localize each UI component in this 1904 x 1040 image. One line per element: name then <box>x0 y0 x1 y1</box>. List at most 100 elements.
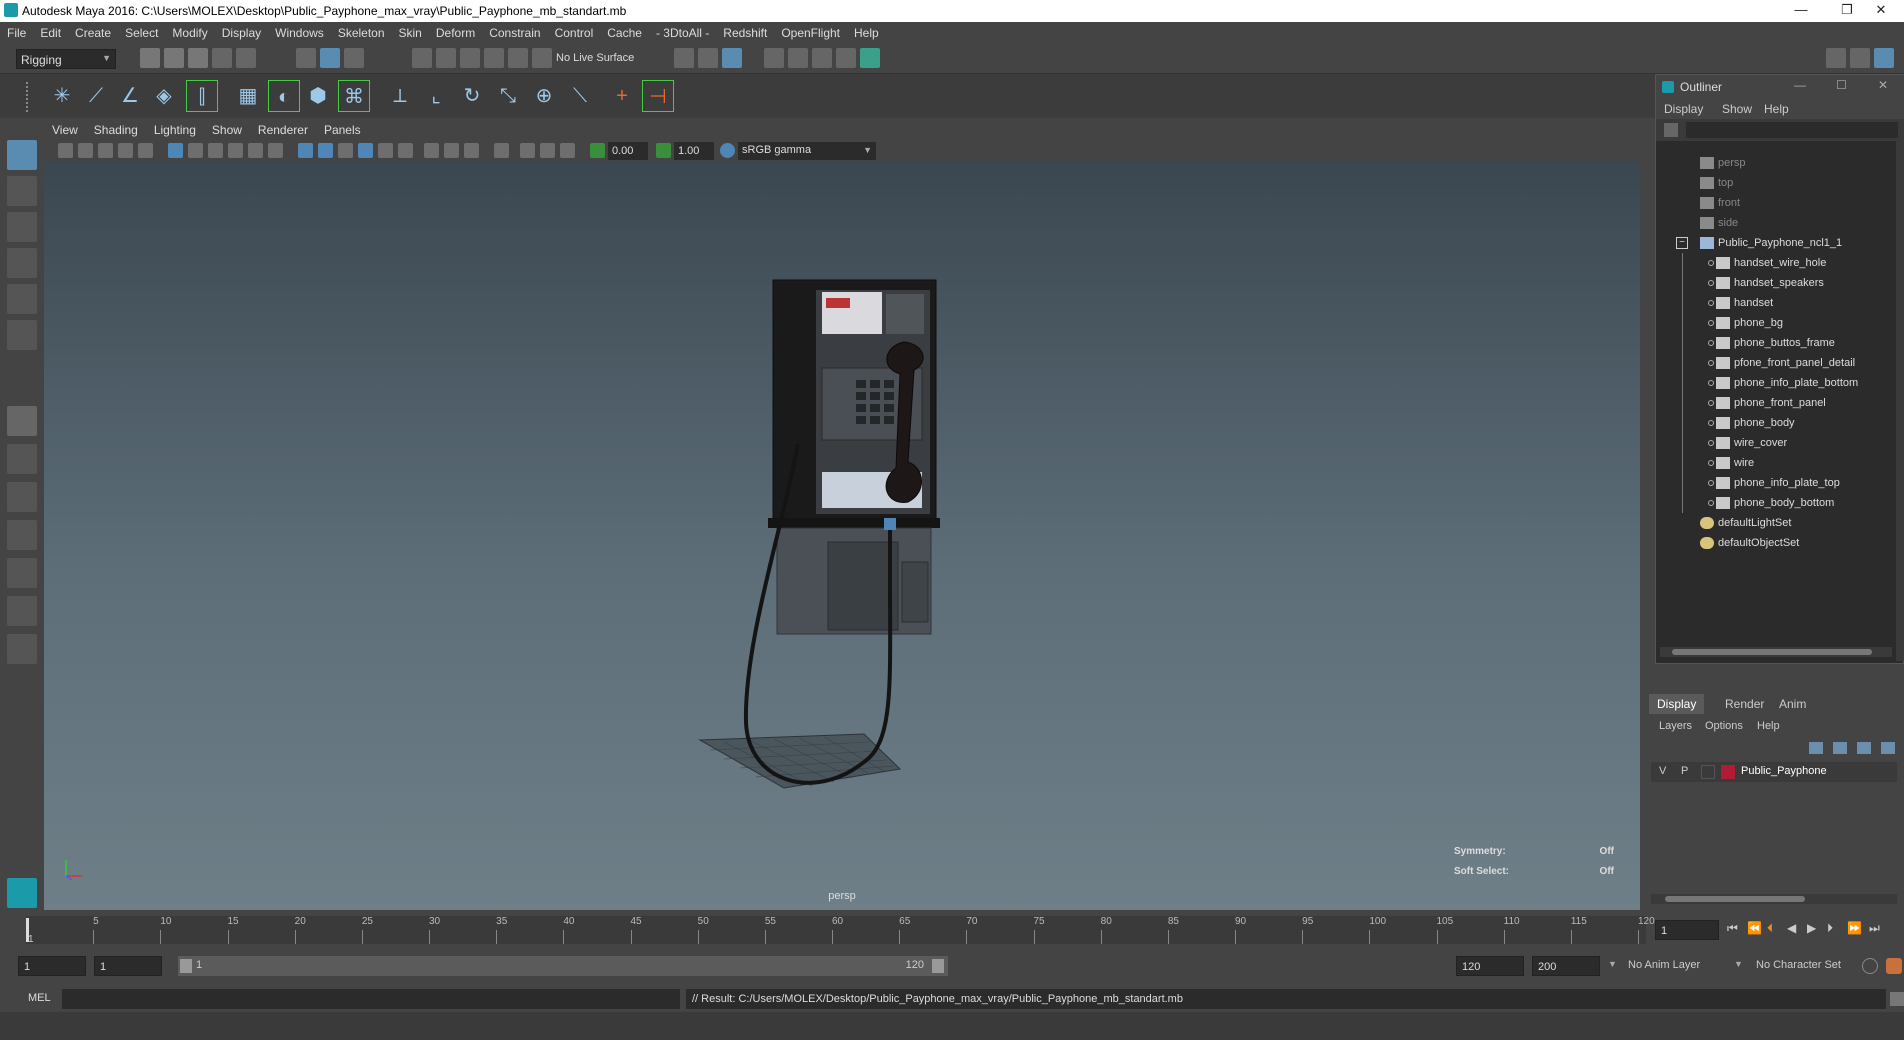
outliner-vscrollbar[interactable] <box>1896 141 1904 661</box>
layer-playback-toggle[interactable]: P <box>1681 765 1688 777</box>
scroll-thumb[interactable] <box>1665 896 1805 902</box>
ik-handle-icon[interactable]: ⟋ <box>80 80 112 112</box>
exposure-icon[interactable] <box>590 143 605 158</box>
tree-node-icon[interactable] <box>1708 380 1714 386</box>
tree-node-icon[interactable] <box>1708 300 1714 306</box>
output-ops-icon[interactable] <box>698 48 718 68</box>
image-plane-icon[interactable] <box>118 143 133 158</box>
outliner-item[interactable]: defaultLightSet <box>1656 513 1896 533</box>
character-set-dropdown[interactable]: ▼ No Character Set <box>1734 956 1854 976</box>
payphone-model[interactable] <box>44 162 1640 910</box>
outliner-item[interactable]: handset <box>1656 293 1896 313</box>
lattice-icon[interactable]: ▦ <box>232 80 264 112</box>
script-language-toggle[interactable]: MEL <box>28 992 51 1004</box>
tree-node-icon[interactable] <box>1708 500 1714 506</box>
two-pane-icon[interactable] <box>7 482 37 512</box>
menu-openflight[interactable]: OpenFlight <box>774 22 847 44</box>
parent-constraint-icon[interactable]: ⊕ <box>528 80 560 112</box>
color-management-icon[interactable] <box>720 143 735 158</box>
group-pivot-icon[interactable]: ⊣ <box>642 80 674 112</box>
outliner-item[interactable]: phone_buttos_frame <box>1656 333 1896 353</box>
tree-node-icon[interactable] <box>1708 360 1714 366</box>
step-back-key-icon[interactable]: ⏴ <box>1767 921 1773 936</box>
input-ops-icon[interactable] <box>674 48 694 68</box>
shelf-handle-icon[interactable] <box>26 82 30 112</box>
rotate-tool-icon[interactable] <box>7 284 37 314</box>
snap-point-icon[interactable] <box>460 48 480 68</box>
outliner-menu-display[interactable]: Display <box>1664 102 1703 116</box>
resolution-gate-icon[interactable] <box>208 143 223 158</box>
hypershade-persp-icon[interactable] <box>7 596 37 626</box>
outliner-item[interactable]: handset_wire_hole <box>1656 253 1896 273</box>
outliner-item[interactable]: pfone_front_panel_detail <box>1656 353 1896 373</box>
point-constraint-icon[interactable]: ⟂ <box>384 80 416 112</box>
motion-blur-icon[interactable] <box>444 143 459 158</box>
layers-menu-help[interactable]: Help <box>1757 720 1780 732</box>
safe-action-icon[interactable] <box>268 143 283 158</box>
outliner-item[interactable]: − Public_Payphone_ncl1_1 <box>1656 233 1896 253</box>
search-input[interactable] <box>1686 122 1898 138</box>
grid-icon[interactable] <box>168 143 183 158</box>
lights-icon[interactable] <box>378 143 393 158</box>
new-layer-selected-icon[interactable] <box>1881 742 1895 754</box>
step-forward-icon[interactable]: ⏩ <box>1847 921 1862 935</box>
outliner-item[interactable]: phone_body_bottom <box>1656 493 1896 513</box>
command-input[interactable] <box>62 989 680 1009</box>
ambient-occlusion-icon[interactable] <box>424 143 439 158</box>
vp-menu-view[interactable]: View <box>44 120 86 140</box>
layout-channelbox-icon[interactable] <box>1826 48 1846 68</box>
tree-node-icon[interactable] <box>1708 280 1714 286</box>
snap-projected-icon[interactable] <box>484 48 504 68</box>
tree-node-icon[interactable] <box>1708 460 1714 466</box>
textured-icon[interactable] <box>358 143 373 158</box>
outliner-item[interactable]: phone_info_plate_top <box>1656 473 1896 493</box>
current-time-indicator[interactable] <box>26 918 29 942</box>
outliner-item[interactable]: persp <box>1656 153 1896 173</box>
construction-history-icon[interactable] <box>722 48 742 68</box>
outliner-item[interactable]: phone_front_panel <box>1656 393 1896 413</box>
goto-start-icon[interactable]: ⏮ <box>1727 921 1738 936</box>
bookmark-icon[interactable] <box>98 143 113 158</box>
layout-attribute-icon[interactable] <box>1874 48 1894 68</box>
pole-vector-icon[interactable]: ⟍ <box>564 80 596 112</box>
render-view-icon[interactable] <box>764 48 784 68</box>
nonlinear-icon[interactable]: ⌘ <box>338 80 370 112</box>
redo-icon[interactable] <box>236 48 256 68</box>
filter-icon[interactable] <box>1664 123 1678 137</box>
layers-menu-layers[interactable]: Layers <box>1659 720 1692 732</box>
layer-visibility-toggle[interactable]: V <box>1659 765 1666 777</box>
gamma-icon[interactable] <box>656 143 671 158</box>
scale-tool-icon[interactable] <box>7 320 37 350</box>
tree-node-icon[interactable] <box>1708 440 1714 446</box>
outliner-item[interactable]: phone_body <box>1656 413 1896 433</box>
colorspace-dropdown[interactable]: sRGB gamma ▼ <box>738 142 876 160</box>
lasso-tool-icon[interactable] <box>7 176 37 206</box>
menu-redshift[interactable]: Redshift <box>716 22 774 44</box>
open-scene-icon[interactable] <box>164 48 184 68</box>
graph-persp-icon[interactable] <box>7 558 37 588</box>
live-surface-label[interactable]: No Live Surface <box>556 52 634 64</box>
outliner-hscrollbar[interactable] <box>1660 647 1892 657</box>
wrap-icon[interactable]: ◐ <box>268 80 300 112</box>
layer-color-swatch[interactable] <box>1721 765 1735 779</box>
layout-expand-icon[interactable] <box>7 634 37 664</box>
anim-end-field[interactable]: 200 <box>1532 956 1600 976</box>
auto-key-icon[interactable] <box>1862 958 1878 974</box>
layout-outliner-icon[interactable] <box>1850 48 1870 68</box>
outliner-item[interactable]: phone_info_plate_bottom <box>1656 373 1896 393</box>
xray-joints-icon[interactable] <box>540 143 555 158</box>
vp-menu-lighting[interactable]: Lighting <box>146 120 204 140</box>
scale-constraint-icon[interactable]: ⤡ <box>492 80 524 112</box>
antialias-icon[interactable] <box>464 143 479 158</box>
tree-node-icon[interactable] <box>1708 480 1714 486</box>
menu-file[interactable]: File <box>0 22 33 44</box>
tree-node-icon[interactable] <box>1708 320 1714 326</box>
aim-constraint-icon[interactable]: ⌞ <box>420 80 452 112</box>
undo-icon[interactable] <box>212 48 232 68</box>
minimize-button[interactable]: — <box>1778 0 1824 22</box>
anim-start-field[interactable]: 1 <box>18 956 86 976</box>
play-forward-icon[interactable]: ▶ <box>1807 921 1816 935</box>
outliner-item[interactable]: defaultObjectSet <box>1656 533 1896 553</box>
skin-bind-icon[interactable]: ◈ <box>148 80 180 112</box>
scroll-thumb[interactable] <box>1672 649 1872 655</box>
